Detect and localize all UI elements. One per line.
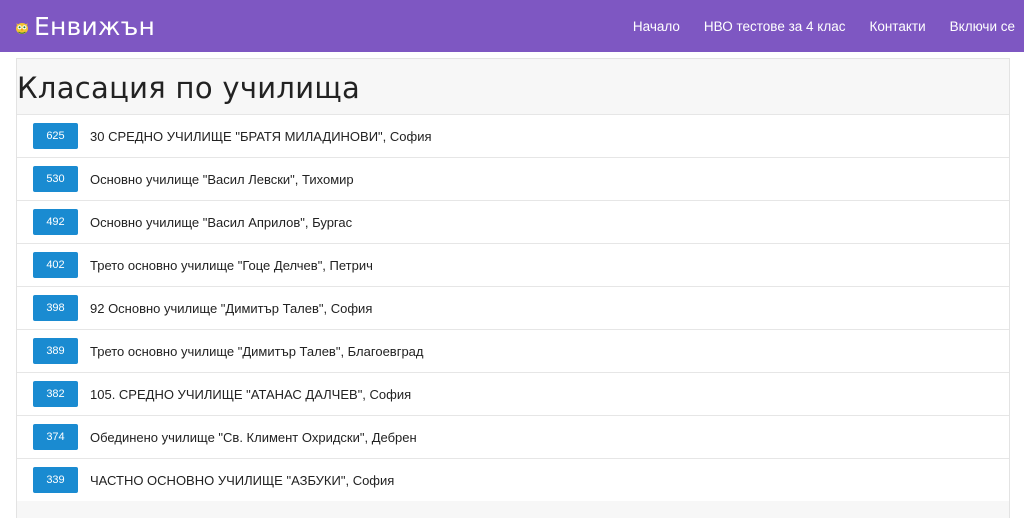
school-name: 105. СРЕДНО УЧИЛИЩЕ "АТАНАС ДАЛЧЕВ", Соф… xyxy=(90,386,412,402)
brand-link[interactable]: Енвижън xyxy=(14,10,155,42)
score-badge: 382 xyxy=(33,381,78,407)
score-badge: 374 xyxy=(33,424,78,450)
school-name: 30 СРЕДНО УЧИЛИЩЕ "БРАТЯ МИЛАДИНОВИ", Со… xyxy=(90,128,432,144)
score-badge: 625 xyxy=(33,123,78,149)
ranking-panel: Класация по училища 625 30 СРЕДНО УЧИЛИЩ… xyxy=(16,58,1010,518)
list-item[interactable]: 382 105. СРЕДНО УЧИЛИЩЕ "АТАНАС ДАЛЧЕВ",… xyxy=(17,372,1009,415)
school-ranking-list: 625 30 СРЕДНО УЧИЛИЩЕ "БРАТЯ МИЛАДИНОВИ"… xyxy=(17,114,1009,501)
list-item[interactable]: 339 ЧАСТНО ОСНОВНО УЧИЛИЩЕ "АЗБУКИ", Соф… xyxy=(17,458,1009,501)
nav-link-tests[interactable]: НВО тестове за 4 клас xyxy=(704,19,846,34)
score-badge: 492 xyxy=(33,209,78,235)
list-item[interactable]: 402 Трето основно училище "Гоце Делчев",… xyxy=(17,243,1009,286)
score-badge: 339 xyxy=(33,467,78,493)
score-badge: 389 xyxy=(33,338,78,364)
school-name: Обединено училище "Св. Климент Охридски"… xyxy=(90,429,417,445)
nav-link-contacts[interactable]: Контакти xyxy=(869,19,925,34)
school-name: Основно училище "Васил Левски", Тихомир xyxy=(90,171,354,187)
school-name: Основно училище "Васил Априлов", Бургас xyxy=(90,214,353,230)
list-item[interactable]: 374 Обединено училище "Св. Климент Охрид… xyxy=(17,415,1009,458)
nav-link-join[interactable]: Включи се xyxy=(950,19,1015,34)
owl-logo-icon xyxy=(16,23,28,34)
school-name: Трето основно училище "Димитър Талев", Б… xyxy=(90,343,424,359)
list-item[interactable]: 625 30 СРЕДНО УЧИЛИЩЕ "БРАТЯ МИЛАДИНОВИ"… xyxy=(17,114,1009,157)
score-badge: 402 xyxy=(33,252,78,278)
school-name: Трето основно училище "Гоце Делчев", Пет… xyxy=(90,257,373,273)
top-navbar: Енвижън Начало НВО тестове за 4 клас Кон… xyxy=(0,0,1024,52)
nav-link-home[interactable]: Начало xyxy=(633,19,680,34)
list-item[interactable]: 389 Трето основно училище "Димитър Талев… xyxy=(17,329,1009,372)
page-title: Класация по училища xyxy=(17,71,361,105)
main-nav: Начало НВО тестове за 4 клас Контакти Вк… xyxy=(609,0,1024,52)
list-item[interactable]: 492 Основно училище "Васил Априлов", Бур… xyxy=(17,200,1009,243)
score-badge: 530 xyxy=(33,166,78,192)
brand-name: Енвижън xyxy=(34,11,156,41)
score-badge: 398 xyxy=(33,295,78,321)
list-item[interactable]: 398 92 Основно училище "Димитър Талев", … xyxy=(17,286,1009,329)
school-name: 92 Основно училище "Димитър Талев", Софи… xyxy=(90,300,373,316)
list-item[interactable]: 530 Основно училище "Васил Левски", Тихо… xyxy=(17,157,1009,200)
school-name: ЧАСТНО ОСНОВНО УЧИЛИЩЕ "АЗБУКИ", София xyxy=(90,472,395,488)
